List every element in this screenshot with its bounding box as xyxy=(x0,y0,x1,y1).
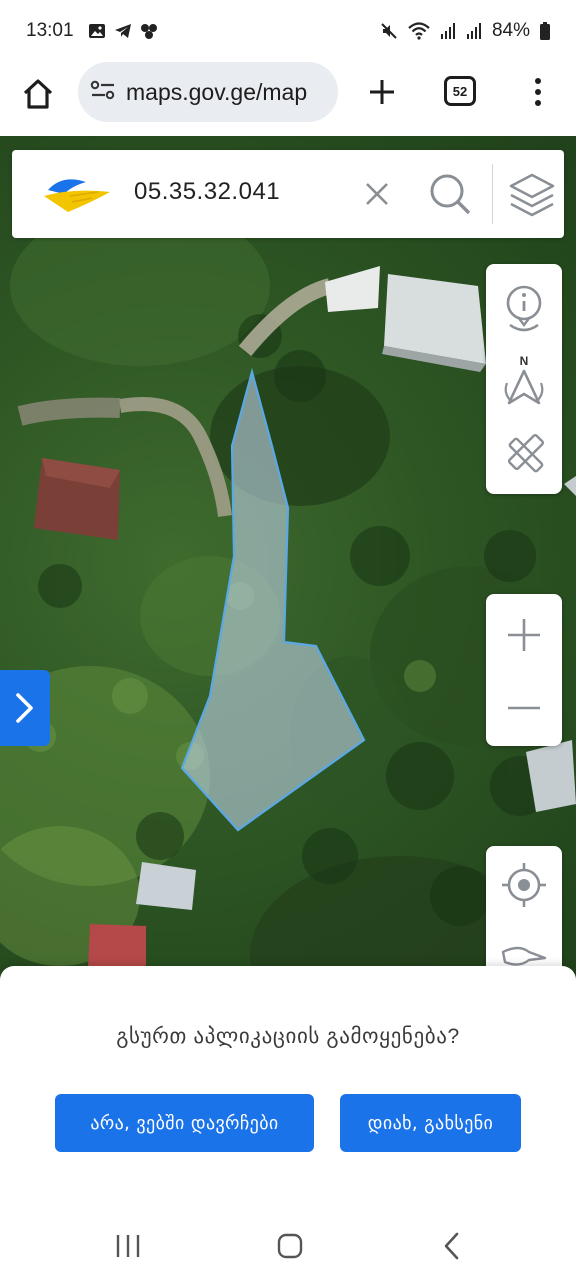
battery-percent: 84% xyxy=(491,20,530,41)
notification-icons xyxy=(88,23,158,39)
compass-button[interactable]: N xyxy=(486,346,562,416)
chevron-right-icon xyxy=(16,693,33,723)
telegram-icon xyxy=(114,23,132,39)
tab-count: 52 xyxy=(452,83,468,99)
more-vert-icon xyxy=(535,78,541,84)
new-tab-button[interactable] xyxy=(362,72,402,112)
search-button[interactable] xyxy=(424,170,476,218)
back-icon xyxy=(444,1232,459,1260)
my-location-icon xyxy=(502,863,546,907)
zoom-in-button[interactable] xyxy=(486,600,562,670)
browser-menu-button[interactable] xyxy=(520,72,556,112)
search-query[interactable]: 05.35.32.041 xyxy=(134,178,280,206)
napr-logo xyxy=(44,179,110,212)
open-app-button[interactable]: დიახ, გახსენი xyxy=(340,1094,521,1152)
plus-icon xyxy=(370,80,394,104)
wifi-icon xyxy=(408,22,430,40)
browser-toolbar: maps.gov.ge/map 52 xyxy=(0,62,576,136)
gallery-icon xyxy=(88,23,106,39)
zoom-in-icon xyxy=(508,619,540,651)
open-app-prompt: გსურთ აპლიკაციის გამოყენება? არა, ვებში … xyxy=(0,966,576,1204)
battery-icon xyxy=(540,22,550,40)
clear-search-button[interactable] xyxy=(360,176,394,212)
my-location-button[interactable] xyxy=(486,850,562,920)
status-time: 13:01 xyxy=(26,20,74,41)
prompt-question: გსურთ აპლიკაციის გამოყენება? xyxy=(116,1025,460,1048)
mute-icon xyxy=(380,22,398,40)
measure-tools-icon xyxy=(507,433,545,473)
info-location-icon xyxy=(506,285,542,332)
signal-icon xyxy=(466,22,482,40)
messages-icon xyxy=(140,23,158,39)
tabs-button[interactable]: 52 xyxy=(444,76,476,106)
home-icon xyxy=(23,79,53,109)
status-bar: 13:01 84% xyxy=(0,0,576,62)
home-icon xyxy=(277,1233,303,1259)
zoom-out-button[interactable] xyxy=(486,674,562,742)
map-tools-panel: N xyxy=(486,264,562,494)
system-nav-bar xyxy=(0,1204,576,1280)
search-divider xyxy=(492,164,493,224)
signal-icon xyxy=(440,22,456,40)
layers-button[interactable] xyxy=(502,168,562,222)
site-info-icon[interactable] xyxy=(90,79,116,106)
address-bar[interactable]: maps.gov.ge/map xyxy=(78,62,338,122)
search-icon xyxy=(430,174,471,215)
search-bar: 05.35.32.041 xyxy=(12,150,564,238)
stay-on-web-button[interactable]: არა, ვებში დავრჩები xyxy=(55,1094,314,1152)
svg-text:N: N xyxy=(520,354,529,368)
recents-icon xyxy=(116,1235,140,1257)
url-text: maps.gov.ge/map xyxy=(126,78,308,105)
compass-north-icon: N xyxy=(504,354,544,405)
identify-button[interactable] xyxy=(486,274,562,344)
sidebar-toggle-button[interactable] xyxy=(0,670,50,746)
measure-tools-button[interactable] xyxy=(486,420,562,490)
system-home-button[interactable] xyxy=(270,1226,310,1266)
recents-button[interactable] xyxy=(108,1226,148,1266)
close-icon xyxy=(366,183,388,205)
back-button[interactable] xyxy=(432,1226,472,1266)
layers-icon xyxy=(509,173,555,217)
zoom-out-icon xyxy=(508,706,540,710)
browser-home-button[interactable] xyxy=(18,74,58,114)
zoom-control xyxy=(486,594,562,746)
